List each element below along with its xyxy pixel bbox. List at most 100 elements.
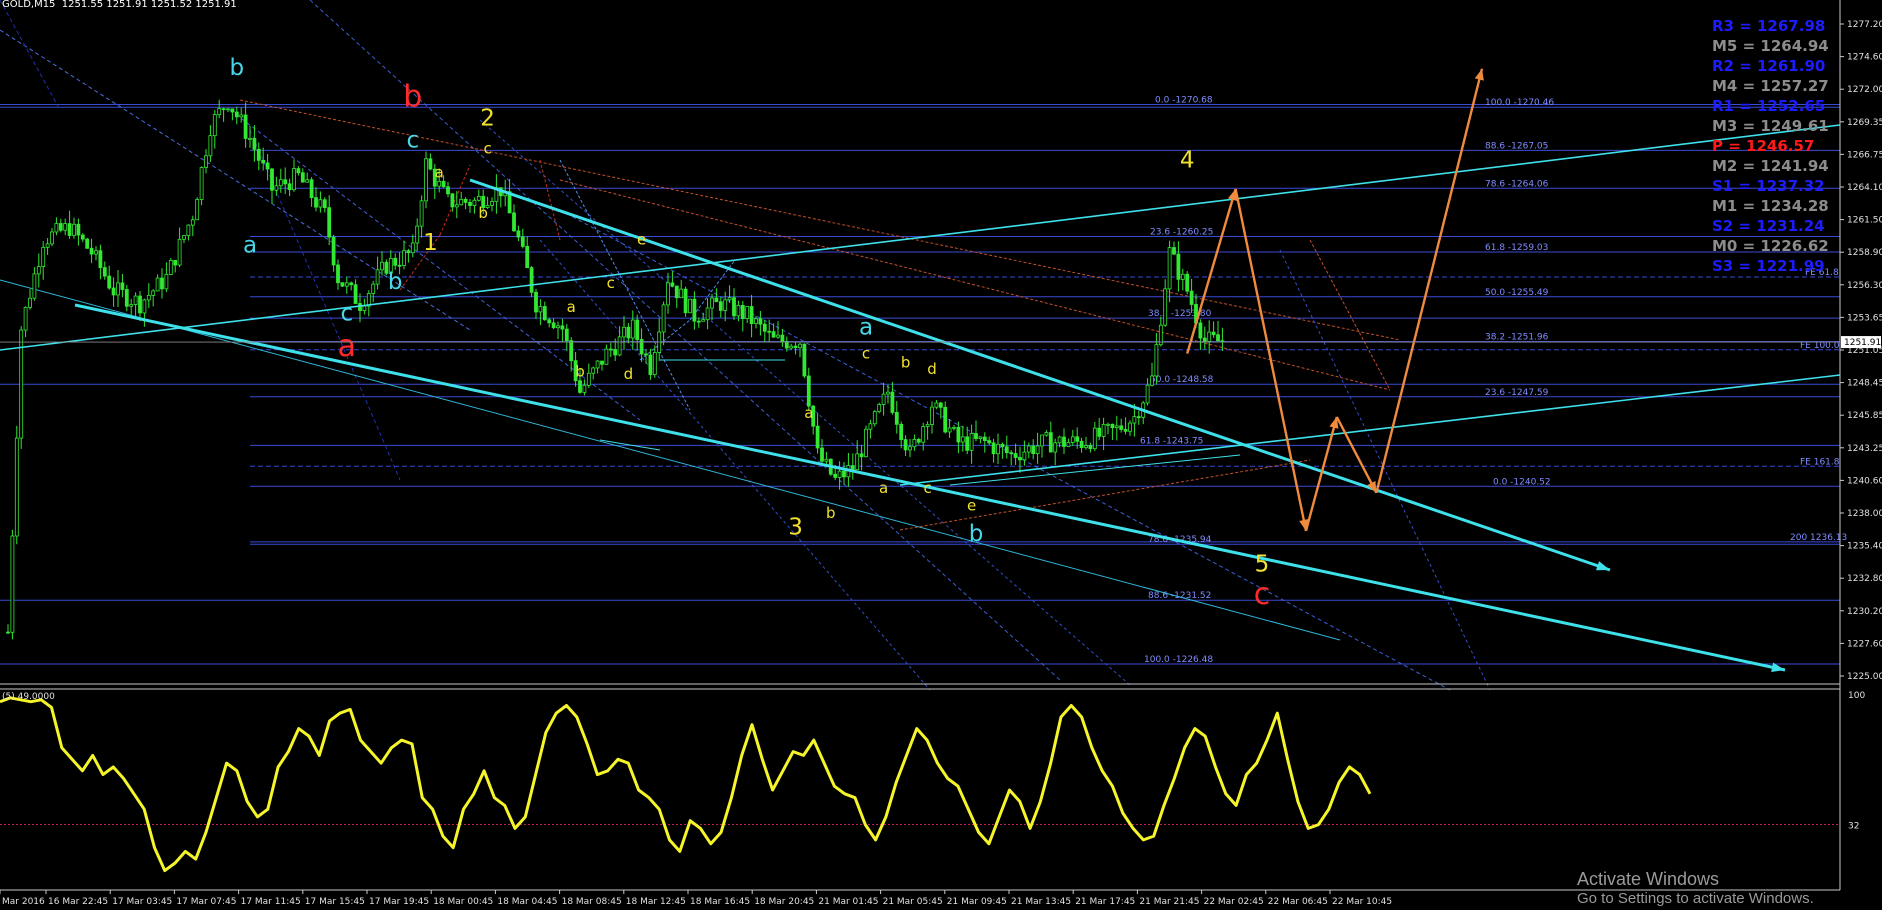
wave-label: 4: [1180, 148, 1195, 174]
candle-body: [10, 535, 15, 633]
fib-label: 0.0 -1240.52: [1493, 477, 1551, 487]
candle-body: [996, 443, 1000, 455]
candle-body: [1044, 432, 1049, 436]
candle-body: [450, 193, 455, 208]
wave-label: a: [859, 315, 873, 341]
y-tick-label: 1258.90: [1847, 248, 1882, 258]
x-tick-label: 17 Mar 15:45: [305, 897, 365, 907]
candle-body: [771, 331, 776, 338]
x-tick-label: 21 Mar 21:45: [1139, 897, 1199, 907]
candle-body: [1018, 457, 1022, 461]
x-tick-label: 18 Mar 00:45: [433, 897, 493, 907]
candle-body: [718, 301, 723, 311]
candle-body: [930, 406, 934, 425]
wave-label: a: [243, 232, 257, 258]
candle-body: [89, 247, 94, 255]
candle-body: [855, 453, 860, 471]
y-tick-label: 1230.20: [1847, 607, 1882, 617]
candle-body: [608, 348, 613, 351]
candle-body: [459, 198, 464, 206]
candle-body: [798, 343, 802, 349]
candle-body: [622, 326, 626, 338]
candle-body: [226, 108, 230, 111]
watermark-title: Activate Windows: [1577, 869, 1720, 889]
candle-body: [261, 159, 266, 164]
candle-body: [582, 384, 587, 393]
candle-body: [120, 282, 125, 290]
candle-body: [894, 412, 899, 425]
candle-body: [41, 246, 46, 267]
candle-body: [1101, 424, 1106, 437]
fib-label: 23.6 -1247.59: [1485, 388, 1549, 398]
candle-body: [1097, 427, 1102, 437]
pivot-level-1: M5 = 1264.94: [1712, 37, 1829, 55]
candle-body: [1119, 425, 1124, 430]
x-tick-label: 17 Mar 03:45: [112, 897, 172, 907]
candle-body: [938, 402, 943, 408]
wave-label: e: [967, 497, 976, 515]
pivot-level-9: M1 = 1234.28: [1712, 197, 1829, 215]
candle-body: [50, 231, 54, 245]
candle-body: [710, 297, 714, 309]
candle-body: [1004, 446, 1009, 454]
candle-body: [908, 446, 912, 451]
candle-body: [164, 273, 169, 290]
candle-body: [340, 282, 345, 287]
x-tick-label: 21 Mar 09:45: [947, 897, 1007, 907]
fib-label: 61.8 -1243.75: [1140, 436, 1203, 446]
price-chart[interactable]: 0.0 -1270.68 100.0 -1270.46 88.6 -1267.05 7…: [0, 0, 1882, 910]
candle-body: [314, 197, 318, 208]
y-tick-label: 1225.00: [1847, 672, 1882, 682]
x-tick-label: 18 Mar 16:45: [690, 897, 750, 907]
candle-body: [1150, 375, 1154, 386]
candle-body: [309, 179, 314, 199]
wave-label: a: [435, 164, 444, 182]
fib-label: 0.0 -1270.68: [1155, 95, 1213, 105]
candle-body: [890, 391, 895, 413]
x-tick-label: 21 Mar 05:45: [883, 897, 943, 907]
wave-label: d: [927, 360, 937, 378]
candle-body: [956, 426, 961, 443]
wave-label: c: [483, 140, 491, 158]
candle-body: [380, 261, 384, 271]
candle-body: [287, 183, 292, 191]
candle-body: [80, 234, 85, 240]
candle-body: [692, 298, 697, 322]
candle-body: [701, 319, 706, 322]
candle-body: [358, 303, 362, 311]
pivot-level-10: S2 = 1231.24: [1712, 217, 1825, 235]
candle-body: [635, 319, 640, 340]
candle-body: [476, 195, 481, 201]
candle-body: [767, 330, 772, 333]
candle-body: [934, 402, 939, 408]
candle-body: [243, 114, 248, 139]
candle-body: [256, 148, 261, 161]
candle-body: [952, 426, 956, 429]
candle-body: [274, 185, 279, 191]
y-tick-label: 1232.80: [1847, 574, 1882, 584]
candle-body: [362, 305, 367, 311]
candle-body: [1123, 429, 1128, 432]
candle-body: [1189, 290, 1194, 305]
x-tick-label: 18 Mar 20:45: [754, 897, 814, 907]
y-tick-label: 1238.00: [1847, 509, 1882, 519]
candle-body: [265, 162, 270, 170]
x-tick-label: 17 Mar 11:45: [241, 897, 301, 907]
candle-body: [76, 223, 81, 236]
x-tick-label: 21 Mar 13:45: [1011, 897, 1071, 907]
candle-body: [190, 219, 195, 226]
candle-body: [58, 223, 63, 231]
pivot-level-12: S3 = 1221.99: [1712, 257, 1825, 275]
wave-label: d: [624, 365, 634, 383]
candle-body: [142, 299, 147, 314]
x-tick-label: 16 Mar 22:45: [48, 897, 108, 907]
wave-label: b: [901, 354, 911, 372]
y-tick-label: 1248.45: [1847, 379, 1882, 389]
candle-body: [688, 298, 692, 314]
fib-label: 38.2 -1253.80: [1148, 309, 1212, 319]
candle-body: [1088, 445, 1093, 450]
candle-body: [1062, 436, 1066, 447]
candle-body: [375, 269, 380, 285]
x-tick-label: Mar 2016: [2, 897, 45, 907]
wave-label: a: [804, 404, 813, 422]
